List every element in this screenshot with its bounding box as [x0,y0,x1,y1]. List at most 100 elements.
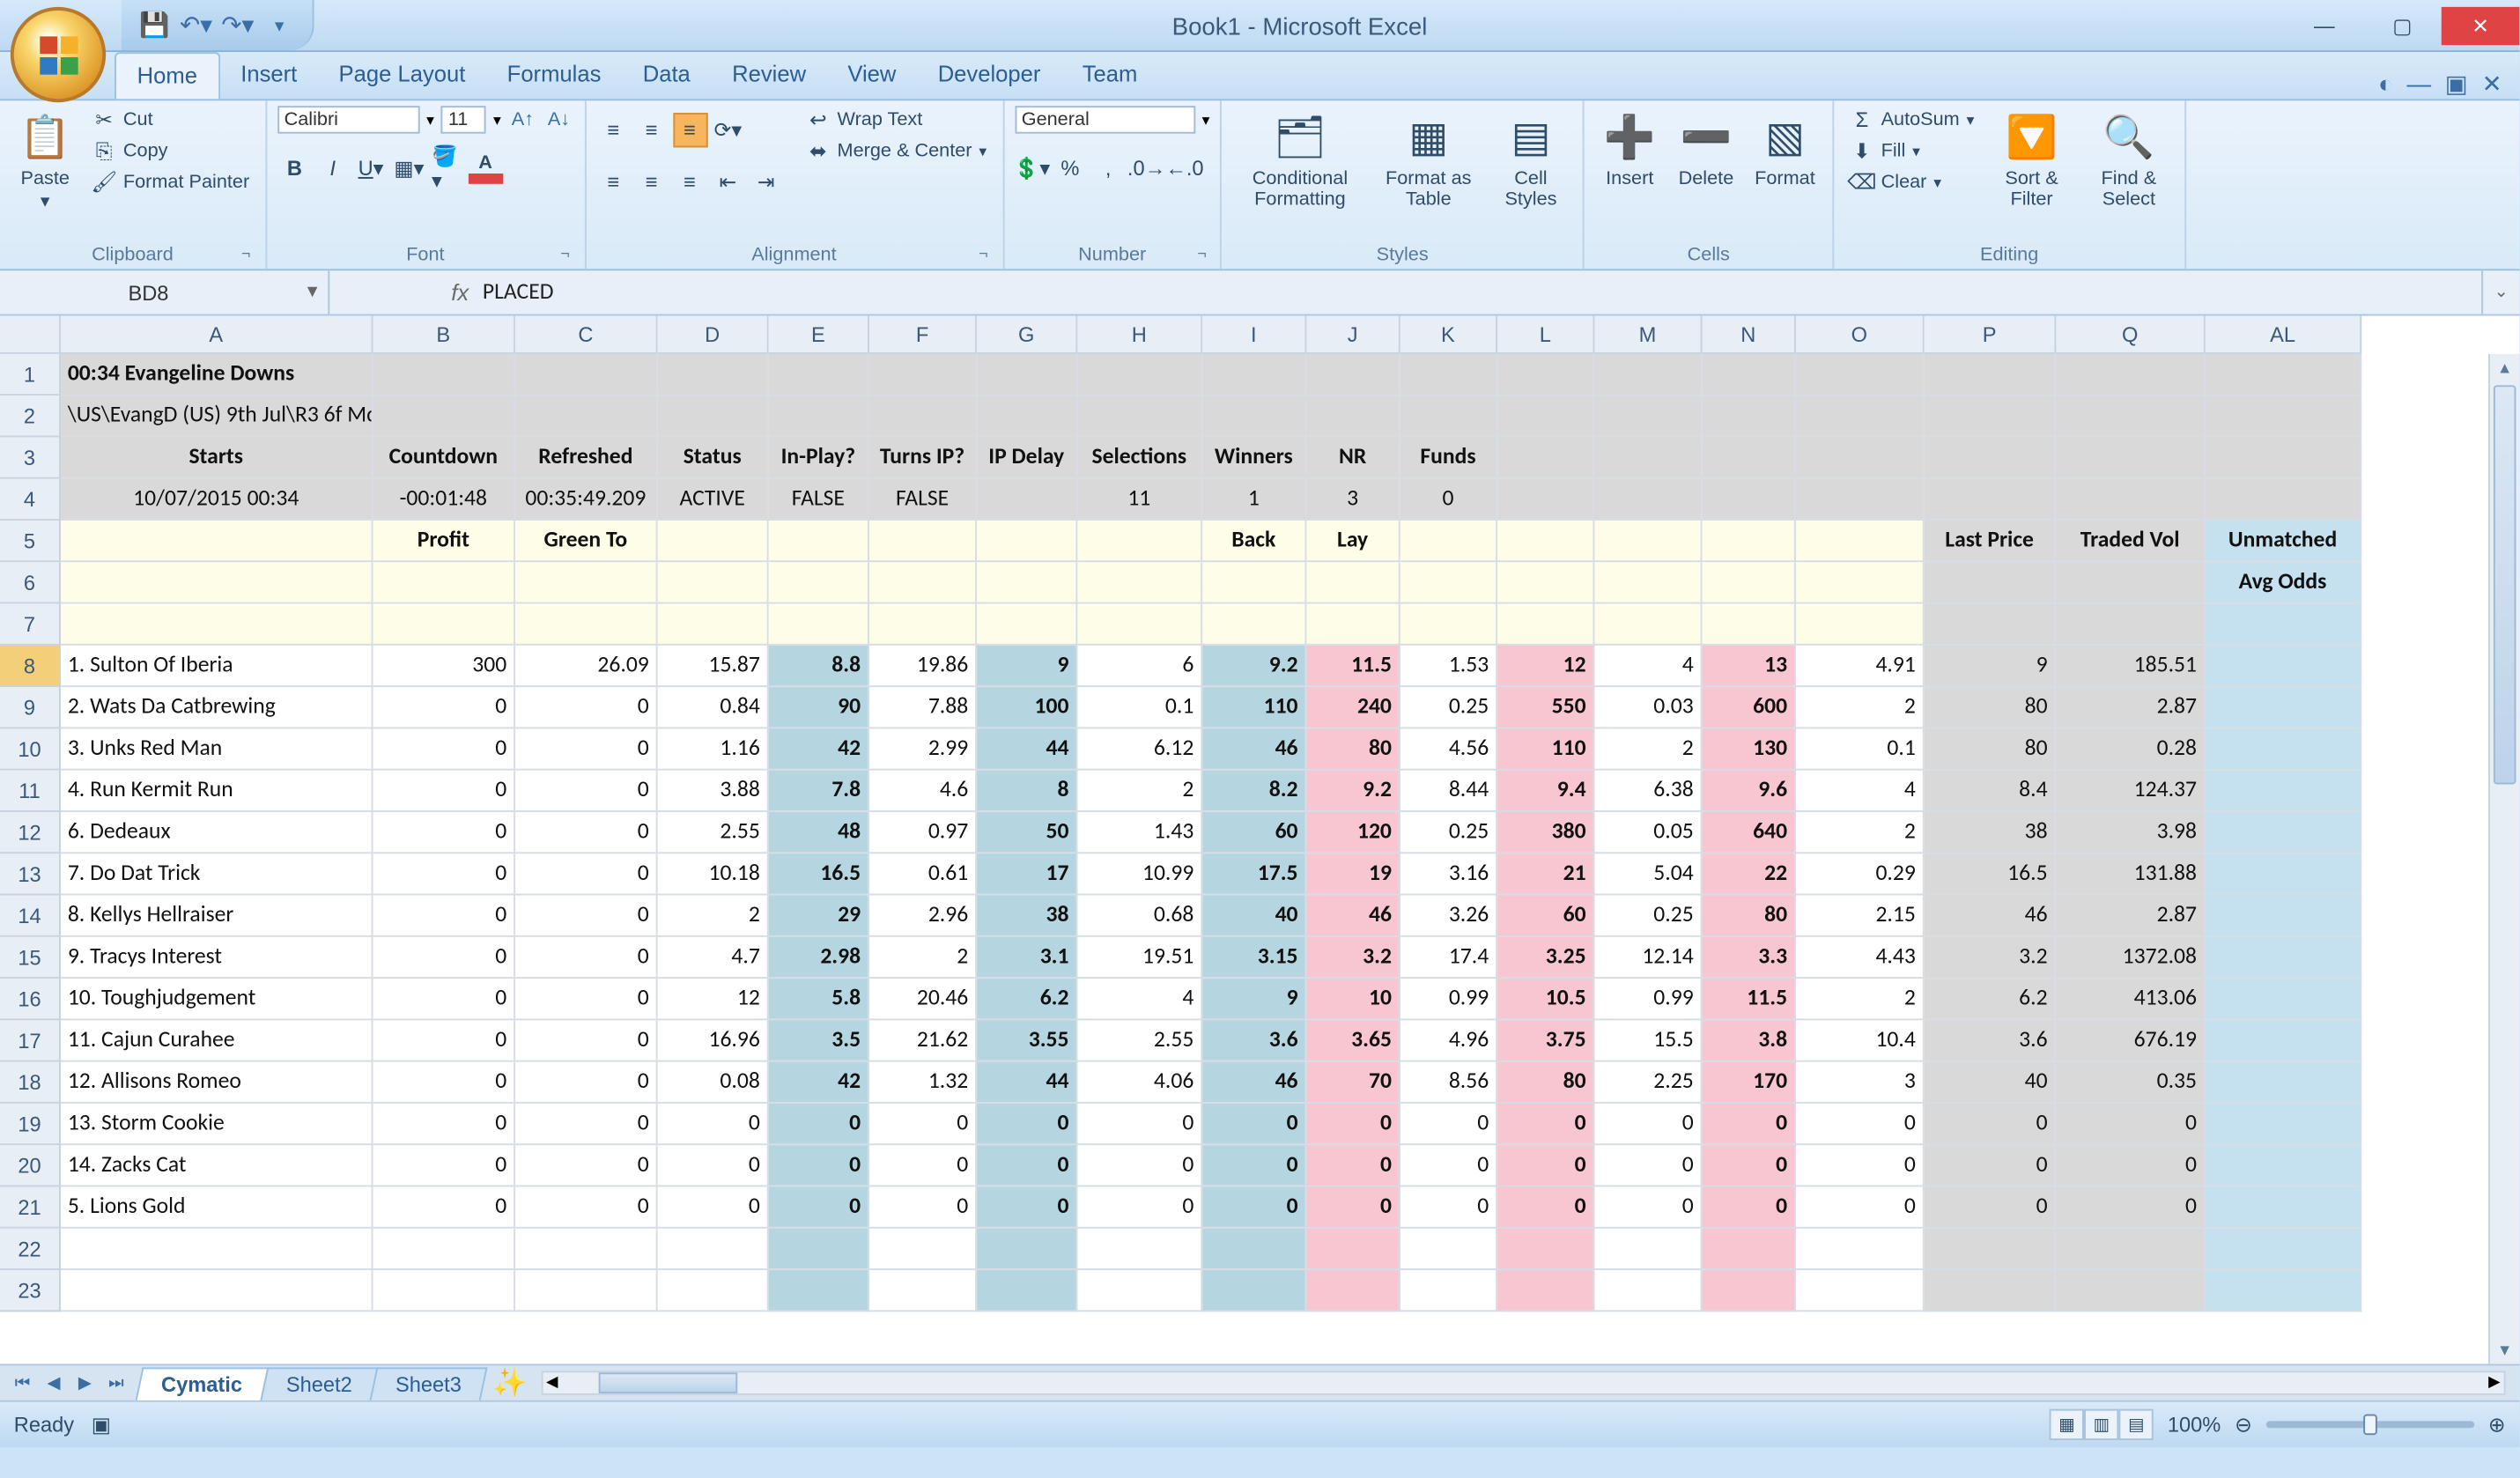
cell[interactable]: 5.04 [1594,854,1702,895]
cell[interactable]: 38 [1925,812,2057,854]
cell[interactable] [658,1229,769,1270]
col-head-J[interactable]: J [1306,316,1400,354]
row-head-12[interactable]: 12 [0,812,61,854]
cell[interactable]: 80 [1925,687,2057,728]
cell[interactable]: 6.2 [1925,979,2057,1020]
cell[interactable]: 2.96 [869,896,977,937]
fill-color-button[interactable]: 🪣▾ [430,151,464,185]
cell[interactable]: 16.96 [658,1020,769,1061]
col-head-D[interactable]: D [658,316,769,354]
cell[interactable]: Last Price [1925,521,2057,562]
percent-icon[interactable]: % [1053,151,1087,185]
cell[interactable]: 19.51 [1077,937,1202,979]
cell[interactable]: 0.99 [1400,979,1497,1020]
row-head-23[interactable]: 23 [0,1270,61,1312]
cell[interactable]: 550 [1497,687,1594,728]
cell[interactable]: 0 [373,979,516,1020]
cell[interactable]: 4.43 [1796,937,1925,979]
cell[interactable] [1497,437,1594,478]
h-scroll-thumb[interactable] [598,1372,737,1393]
cell[interactable]: 3.25 [1497,937,1594,979]
cell[interactable]: 80 [1703,896,1796,937]
align-left-icon[interactable]: ≡ [596,165,631,199]
cell[interactable]: 22 [1703,854,1796,895]
row-head-14[interactable]: 14 [0,896,61,937]
col-head-AL[interactable]: AL [2206,316,2361,354]
cell[interactable]: 0 [769,1145,869,1186]
cell[interactable]: 4.6 [869,771,977,812]
cell[interactable]: 6.2 [977,979,1077,1020]
cell[interactable] [1594,1270,1702,1312]
cell[interactable] [1796,437,1925,478]
cut-button[interactable]: ✂Cut [87,106,255,134]
cell[interactable]: 9.4 [1497,771,1594,812]
cell[interactable] [2206,687,2361,728]
format-button[interactable]: ▧Format [1748,106,1822,193]
scroll-thumb[interactable] [2494,385,2516,784]
col-head-N[interactable]: N [1703,316,1796,354]
cell[interactable]: FALSE [869,479,977,521]
cell[interactable]: 0 [1077,1104,1202,1145]
cell[interactable] [1925,354,2057,395]
cell[interactable]: 2 [1594,728,1702,770]
cell[interactable] [2206,771,2361,812]
row-head-8[interactable]: 8 [0,646,61,687]
cell[interactable]: 300 [373,646,516,687]
cell[interactable]: Countdown [373,437,516,478]
cell[interactable]: Funds [1400,437,1497,478]
underline-button[interactable]: U▾ [353,151,388,185]
cell[interactable]: 0.25 [1594,896,1702,937]
cell[interactable] [515,354,658,395]
cell[interactable]: 0 [515,937,658,979]
cell[interactable] [1497,395,1594,437]
cell[interactable]: 0 [977,1145,1077,1186]
shrink-font-icon[interactable]: A↓ [544,109,573,130]
cell[interactable]: 0.61 [869,854,977,895]
cell[interactable]: In-Play? [769,437,869,478]
align-center-icon[interactable]: ≡ [634,165,669,199]
conditional-formatting-button[interactable]: 🗂Conditional Formatting [1232,106,1368,213]
formula-content[interactable]: PLACED [483,279,554,306]
cell[interactable]: Traded Vol [2056,521,2205,562]
cell[interactable]: 4 [1594,646,1702,687]
cell[interactable]: 10.99 [1077,854,1202,895]
cell[interactable]: \US\EvangD (US) 9th Jul\R3 6f Mdn Claim [61,395,373,437]
cell[interactable]: 0 [1306,1186,1400,1228]
cell[interactable]: 0 [1077,1145,1202,1186]
col-head-G[interactable]: G [977,316,1077,354]
cell[interactable] [1703,604,1796,646]
cell[interactable] [2206,979,2361,1020]
row-head-16[interactable]: 16 [0,979,61,1020]
cell[interactable] [515,1270,658,1312]
cell[interactable] [1400,604,1497,646]
cell[interactable] [1202,562,1306,603]
tab-data[interactable]: Data [622,52,711,99]
cell[interactable]: 3.16 [1400,854,1497,895]
cell[interactable] [1202,354,1306,395]
cell[interactable] [1925,604,2057,646]
row-head-10[interactable]: 10 [0,728,61,770]
cell[interactable] [2206,437,2361,478]
row-head-5[interactable]: 5 [0,521,61,562]
cell[interactable] [977,354,1077,395]
cell[interactable]: 3.1 [977,937,1077,979]
cell[interactable]: 0 [373,812,516,854]
normal-view-icon[interactable]: ▦ [2050,1409,2084,1440]
cell[interactable]: 4.06 [1077,1062,1202,1104]
cell[interactable] [977,562,1077,603]
cell[interactable]: 0 [1925,1145,2057,1186]
cell[interactable]: 46 [1202,1062,1306,1104]
grow-font-icon[interactable]: A↑ [508,109,537,130]
cell[interactable]: 8.56 [1400,1062,1497,1104]
cell[interactable]: 29 [769,896,869,937]
cell[interactable] [1497,562,1594,603]
tab-insert[interactable]: Insert [220,52,318,99]
cell[interactable] [658,395,769,437]
merge-center-button[interactable]: ⬌Merge & Center▾ [801,137,992,166]
cell[interactable] [1202,1229,1306,1270]
autosum-button[interactable]: ΣAutoSum▾ [1844,106,1979,134]
cell[interactable] [869,395,977,437]
cell[interactable] [2206,1145,2361,1186]
cell[interactable]: 0 [373,854,516,895]
cell[interactable] [1306,354,1400,395]
